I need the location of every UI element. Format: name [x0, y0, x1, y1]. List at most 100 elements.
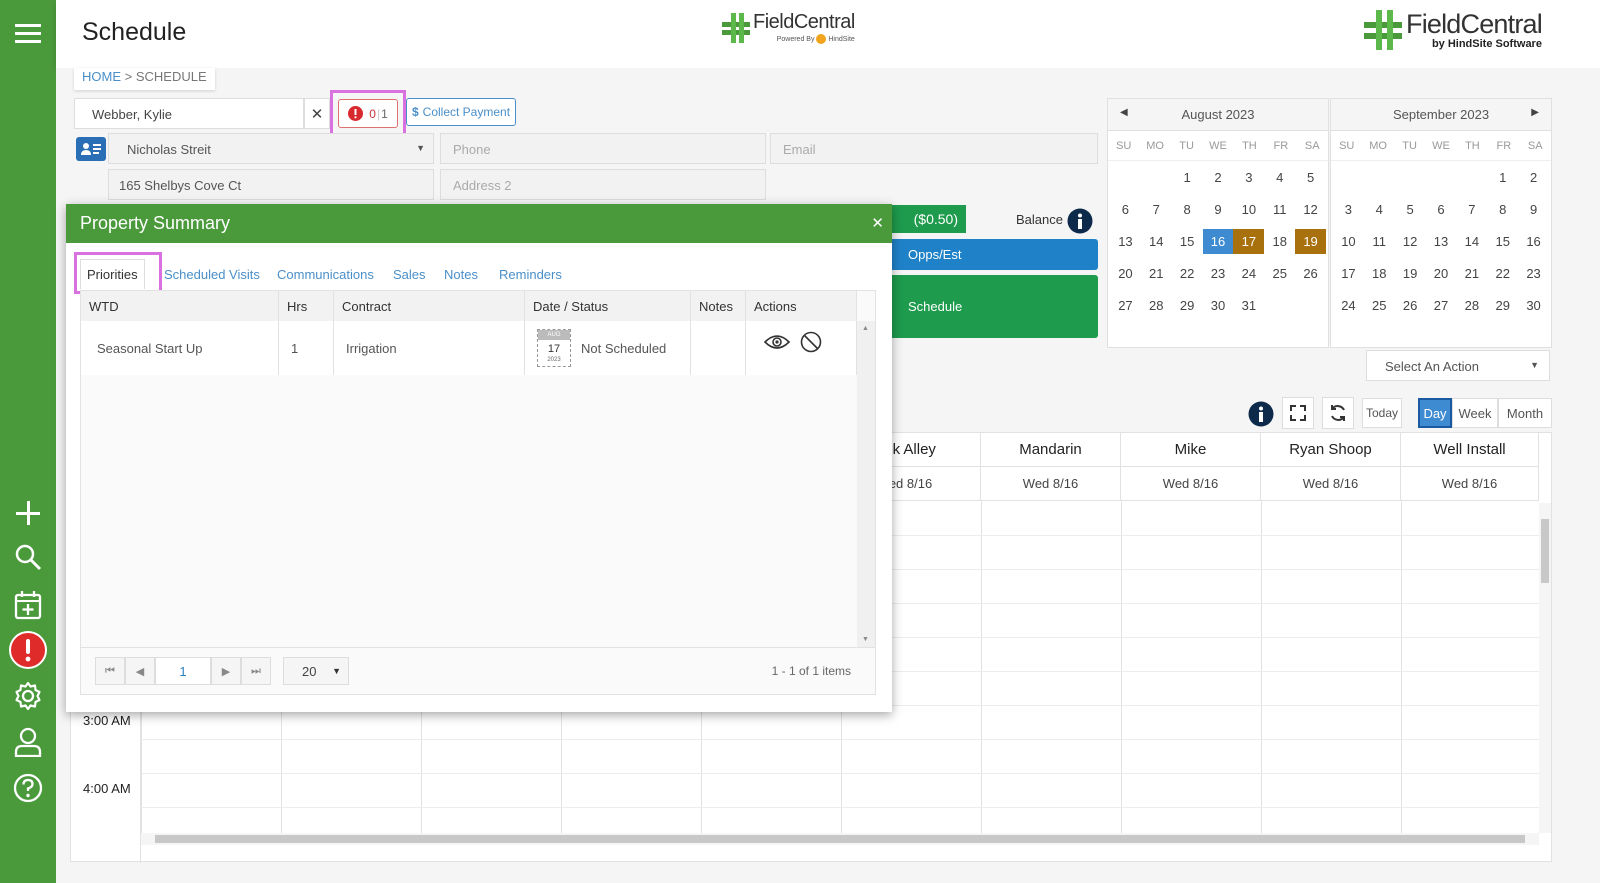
- calendar-day[interactable]: 2: [1518, 165, 1549, 190]
- tab-scheduled-visits[interactable]: Scheduled Visits: [164, 259, 260, 289]
- calendar-day[interactable]: 6: [1110, 197, 1141, 222]
- calendar-day[interactable]: 19: [1395, 261, 1426, 286]
- calendar-day[interactable]: 21: [1141, 261, 1172, 286]
- calendar-day[interactable]: 30: [1518, 293, 1549, 318]
- page-size-select[interactable]: 20 ▼: [283, 657, 349, 685]
- calendar-day[interactable]: 15: [1487, 229, 1518, 254]
- resource-header[interactable]: Mike: [1121, 433, 1261, 467]
- address1-input[interactable]: 165 Shelbys Cove Ct: [108, 169, 434, 200]
- select-action-dropdown[interactable]: Select An Action ▼: [1366, 350, 1550, 381]
- calendar-day[interactable]: 3: [1233, 165, 1264, 190]
- calendar-day[interactable]: 13: [1426, 229, 1457, 254]
- contact-card-icon[interactable]: [76, 137, 106, 161]
- calendar-day[interactable]: 8: [1487, 197, 1518, 222]
- tab-notes[interactable]: Notes: [444, 259, 478, 289]
- calendar-day[interactable]: 10: [1333, 229, 1364, 254]
- clear-customer-icon[interactable]: ✕: [304, 98, 330, 129]
- next-page-icon[interactable]: ▶: [211, 657, 241, 685]
- customer-name-field[interactable]: Webber, Kylie: [74, 98, 304, 129]
- first-page-icon[interactable]: ⏮: [95, 657, 125, 685]
- calendar-day[interactable]: 20: [1426, 261, 1457, 286]
- calendar-day[interactable]: 28: [1141, 293, 1172, 318]
- calendar-day[interactable]: 1: [1487, 165, 1518, 190]
- calendar-day[interactable]: 29: [1172, 293, 1203, 318]
- resource-header[interactable]: Well Install: [1401, 433, 1539, 467]
- balance-info-icon[interactable]: [1067, 208, 1093, 239]
- calendar-day[interactable]: 9: [1203, 197, 1234, 222]
- calendar-day[interactable]: 27: [1426, 293, 1457, 318]
- calendar-day[interactable]: 17: [1333, 261, 1364, 286]
- column-header[interactable]: Date / Status: [525, 291, 691, 321]
- day-view-button[interactable]: Day: [1418, 398, 1452, 428]
- calendar-day[interactable]: 25: [1264, 261, 1295, 286]
- calendar-day[interactable]: 2: [1203, 165, 1234, 190]
- calendar-day[interactable]: 28: [1456, 293, 1487, 318]
- opps-est-button[interactable]: Opps/Est: [876, 239, 1098, 270]
- fullscreen-icon[interactable]: [1282, 397, 1314, 429]
- calendar-day[interactable]: 11: [1264, 197, 1295, 222]
- calendar-day[interactable]: 18: [1264, 229, 1295, 254]
- grid-vertical-scrollbar[interactable]: ▲ ▼: [857, 321, 875, 647]
- contact-select[interactable]: Nicholas Streit ▼: [108, 133, 434, 164]
- column-header[interactable]: Notes: [691, 291, 746, 321]
- search-icon[interactable]: [8, 537, 48, 577]
- address2-input[interactable]: Address 2: [440, 169, 766, 200]
- calendar-day[interactable]: 23: [1203, 261, 1234, 286]
- calendar-day[interactable]: 26: [1295, 261, 1326, 286]
- breadcrumb-home[interactable]: HOME: [82, 69, 121, 84]
- calendar-day[interactable]: 4: [1364, 197, 1395, 222]
- resource-header[interactable]: Ryan Shoop: [1261, 433, 1401, 467]
- alerts-button[interactable]: 0 | 1: [338, 99, 398, 128]
- calendar-day[interactable]: 23: [1518, 261, 1549, 286]
- prev-month-icon[interactable]: ◀: [1120, 107, 1128, 118]
- calendar-day[interactable]: 18: [1364, 261, 1395, 286]
- calendar-day[interactable]: 11: [1364, 229, 1395, 254]
- close-icon[interactable]: ✕: [871, 214, 884, 232]
- email-input[interactable]: Email: [770, 133, 1098, 164]
- calendar-day[interactable]: 5: [1295, 165, 1326, 190]
- calendar-day[interactable]: 13: [1110, 229, 1141, 254]
- calendar-day[interactable]: 6: [1426, 197, 1457, 222]
- calendar-day[interactable]: 7: [1456, 197, 1487, 222]
- calendar-day[interactable]: 8: [1172, 197, 1203, 222]
- column-header[interactable]: Contract: [334, 291, 525, 321]
- help-icon[interactable]: [8, 768, 48, 808]
- calendar-day[interactable]: 7: [1141, 197, 1172, 222]
- gear-icon[interactable]: [8, 676, 48, 716]
- calendar-day[interactable]: 3: [1333, 197, 1364, 222]
- prev-page-icon[interactable]: ◀: [125, 657, 155, 685]
- tab-priorities[interactable]: Priorities: [80, 259, 145, 289]
- tab-communications[interactable]: Communications: [277, 259, 374, 289]
- today-button[interactable]: Today: [1362, 398, 1402, 428]
- calendar-day[interactable]: 25: [1364, 293, 1395, 318]
- schedule-info-icon[interactable]: [1248, 401, 1274, 432]
- schedule-horizontal-scrollbar[interactable]: [141, 833, 1539, 845]
- calendar-day[interactable]: 24: [1233, 261, 1264, 286]
- calendar-day[interactable]: 16: [1518, 229, 1549, 254]
- calendar-day[interactable]: 27: [1110, 293, 1141, 318]
- month-view-button[interactable]: Month: [1498, 398, 1552, 428]
- calendar-day[interactable]: 16: [1202, 229, 1234, 254]
- last-page-icon[interactable]: ⏭: [241, 657, 271, 685]
- menu-icon[interactable]: [8, 14, 48, 54]
- calendar-day[interactable]: 5: [1395, 197, 1426, 222]
- column-header[interactable]: WTD: [81, 291, 279, 321]
- phone-input[interactable]: Phone: [440, 133, 766, 164]
- calendar-day[interactable]: 12: [1395, 229, 1426, 254]
- calendar-day[interactable]: 22: [1172, 261, 1203, 286]
- calendar-day[interactable]: 30: [1203, 293, 1234, 318]
- calendar-day[interactable]: 10: [1233, 197, 1264, 222]
- view-eye-icon[interactable]: [764, 333, 790, 351]
- calendar-day[interactable]: 14: [1141, 229, 1172, 254]
- calendar-day[interactable]: 12: [1295, 197, 1326, 222]
- user-icon[interactable]: [8, 722, 48, 762]
- tab-reminders[interactable]: Reminders: [499, 259, 562, 289]
- calendar-day[interactable]: 14: [1456, 229, 1487, 254]
- alert-icon[interactable]: [8, 630, 48, 670]
- tab-sales[interactable]: Sales: [393, 259, 426, 289]
- plus-icon[interactable]: [8, 493, 48, 533]
- calendar-day[interactable]: 19: [1295, 229, 1326, 254]
- week-view-button[interactable]: Week: [1452, 398, 1498, 428]
- column-header[interactable]: Actions: [746, 291, 857, 321]
- schedule-vertical-scrollbar[interactable]: [1539, 503, 1551, 833]
